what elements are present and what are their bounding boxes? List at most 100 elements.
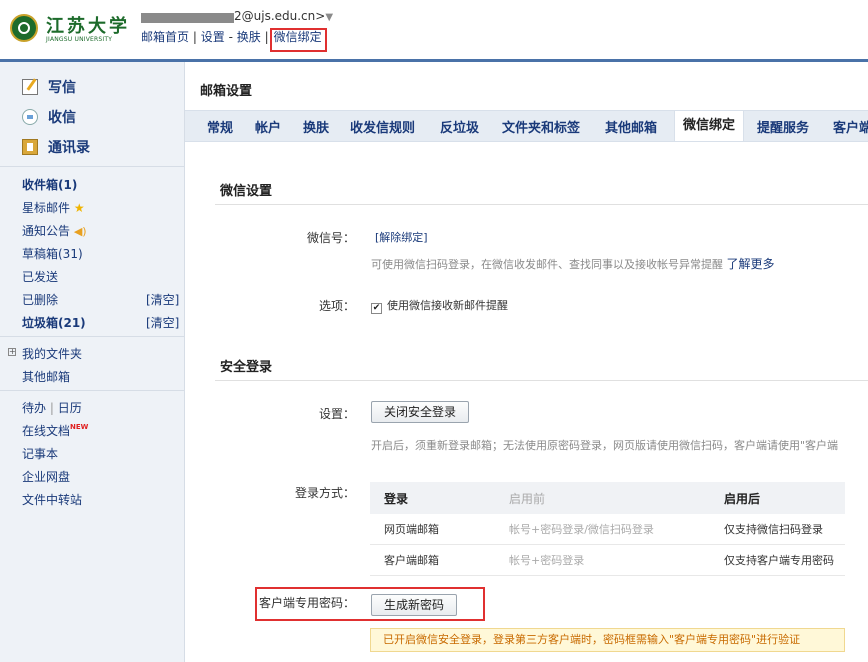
- todo-calendar-row: 待办 | 日历: [22, 399, 82, 416]
- email-suffix: 2@ujs.edu.cn>: [234, 9, 326, 23]
- sidebar-divider: [0, 390, 184, 391]
- tools-separator: |: [49, 401, 58, 415]
- sidebar-divider: [0, 336, 184, 337]
- folder-deleted[interactable]: 已删除: [22, 291, 58, 308]
- empty-spam-link[interactable]: [清空]: [146, 314, 179, 331]
- contacts-icon: [22, 139, 38, 155]
- inbox-icon: [22, 109, 38, 125]
- sidebar: 写信 收信 通讯录 收件箱(1) 星标邮件 ★ 通知公告 ◀) 草稿箱(31) …: [0, 62, 185, 662]
- table-row: 客户端邮箱 帐号+密码登录 仅支持客户端专用密码: [370, 544, 845, 576]
- highlight-box: 微信绑定: [269, 28, 327, 52]
- contacts-button[interactable]: 通讯录: [22, 137, 90, 157]
- table-row: 网页端邮箱 帐号+密码登录/微信扫码登录 仅支持微信扫码登录: [370, 514, 845, 545]
- caret-down-icon[interactable]: ▼: [325, 12, 333, 23]
- tab-rules[interactable]: 收发信规则: [350, 117, 415, 136]
- wechat-section-title: 微信设置: [220, 184, 273, 199]
- folder-inbox[interactable]: 收件箱(1): [22, 176, 77, 193]
- page-title: 邮箱设置: [200, 84, 253, 99]
- cell-before: 帐号+密码登录: [495, 544, 710, 576]
- receive-label: 收信: [48, 110, 76, 126]
- star-icon: ★: [73, 201, 85, 215]
- col-before: 启用前: [495, 482, 710, 514]
- university-logo[interactable]: 江苏大学 JIANGSU UNIVERSITY: [10, 12, 130, 48]
- wechat-id-label: 微信号：: [306, 231, 355, 245]
- notepad[interactable]: 记事本: [22, 445, 58, 462]
- cell-login-type: 客户端邮箱: [370, 544, 495, 576]
- other-mailbox[interactable]: 其他邮箱: [22, 368, 70, 385]
- folder-sent[interactable]: 已发送: [22, 268, 58, 285]
- compose-button[interactable]: 写信: [22, 77, 76, 97]
- tab-reminders[interactable]: 提醒服务: [757, 117, 809, 136]
- tab-general[interactable]: 常规: [207, 117, 233, 136]
- option-label: 选项：: [318, 299, 355, 313]
- user-email[interactable]: 2@ujs.edu.cn>▼: [234, 9, 333, 23]
- folder-starred[interactable]: 星标邮件 ★: [22, 199, 85, 216]
- nav-mail-home[interactable]: 邮箱首页: [141, 30, 189, 44]
- contacts-label: 通讯录: [48, 140, 90, 156]
- unbind-link[interactable]: [解除绑定]: [375, 229, 428, 245]
- tab-client[interactable]: 客户端: [833, 117, 868, 136]
- compose-label: 写信: [48, 80, 76, 96]
- learn-more-link[interactable]: 了解更多: [727, 257, 775, 271]
- nav-settings[interactable]: 设置: [201, 30, 225, 44]
- my-folders[interactable]: 我的文件夹: [22, 345, 82, 362]
- option-row: ✔ 使用微信接收新邮件提醒: [371, 297, 508, 314]
- enterprise-drive[interactable]: 企业网盘: [22, 468, 70, 485]
- wechat-notify-checkbox[interactable]: ✔: [371, 303, 382, 314]
- close-secure-login-button[interactable]: 关闭安全登录: [371, 401, 470, 423]
- calendar-link[interactable]: 日历: [58, 401, 82, 415]
- nav-skin[interactable]: 换肤: [237, 30, 261, 44]
- empty-deleted-link[interactable]: [清空]: [146, 291, 179, 308]
- table-header-row: 登录 启用前 启用后: [370, 482, 845, 514]
- speaker-icon: ◀): [73, 225, 87, 238]
- section-divider: [215, 204, 868, 205]
- folder-notices[interactable]: 通知公告 ◀): [22, 222, 87, 239]
- wechat-hint: 可使用微信扫码登录，在微信收发邮件、查找同事以及接收帐号异常提醒 了解更多: [371, 255, 775, 272]
- cell-login-type: 网页端邮箱: [370, 514, 495, 545]
- online-docs[interactable]: 在线文档NEW: [22, 422, 88, 439]
- sidebar-divider: [0, 166, 184, 167]
- setting-label: 设置：: [318, 407, 355, 421]
- expand-plus-icon[interactable]: +: [8, 348, 16, 356]
- receive-button[interactable]: 收信: [22, 107, 76, 127]
- security-hint: 开启后，须重新登录邮箱；无法使用原密码登录，网页版请使用微信扫码，客户端请使用"…: [371, 439, 839, 452]
- wechat-hint-text: 可使用微信扫码登录，在微信收发邮件、查找同事以及接收帐号异常提醒: [371, 258, 723, 271]
- folder-notices-label: 通知公告: [22, 224, 71, 238]
- settings-tabs: 常规 帐户 换肤 收发信规则 反垃圾 文件夹和标签 其他邮箱 微信绑定 提醒服务…: [185, 110, 868, 142]
- tab-folders-labels[interactable]: 文件夹和标签: [502, 117, 580, 136]
- write-icon: [22, 79, 38, 95]
- login-method-table: 登录 启用前 启用后 网页端邮箱 帐号+密码登录/微信扫码登录 仅支持微信扫码登…: [370, 482, 845, 576]
- new-badge: NEW: [70, 423, 89, 431]
- secure-login-notice: 已开启微信安全登录，登录第三方客户端时，密码框需输入"客户端专用密码"进行验证: [370, 628, 845, 652]
- option-text: 使用微信接收新邮件提醒: [387, 299, 508, 312]
- redacted-username: [141, 13, 234, 23]
- col-login: 登录: [370, 482, 495, 514]
- tab-wechat-bind[interactable]: 微信绑定: [674, 111, 745, 141]
- login-method-label: 登录方式：: [294, 486, 355, 500]
- online-docs-label: 在线文档: [22, 424, 71, 438]
- section-divider: [215, 380, 868, 381]
- tab-skin[interactable]: 换肤: [303, 117, 329, 136]
- nav-dash: -: [228, 30, 233, 44]
- nav-separator: |: [264, 30, 269, 44]
- security-section-title: 安全登录: [220, 360, 273, 375]
- university-emblem-icon: [10, 14, 38, 42]
- top-nav: 邮箱首页 | 设置 - 换肤 | 微信绑定: [141, 28, 327, 52]
- todo-link[interactable]: 待办: [22, 401, 46, 415]
- logo-subtext: JIANGSU UNIVERSITY: [46, 36, 113, 43]
- file-transfer[interactable]: 文件中转站: [22, 491, 82, 508]
- tab-antispam[interactable]: 反垃圾: [440, 117, 479, 136]
- cell-after: 仅支持客户端专用密码: [710, 544, 845, 576]
- folder-spam[interactable]: 垃圾箱(21): [22, 314, 86, 331]
- nav-wechat-bind[interactable]: 微信绑定: [274, 30, 322, 44]
- tab-account[interactable]: 帐户: [255, 117, 281, 136]
- client-password-label: 客户端专用密码：: [258, 596, 355, 610]
- folder-drafts[interactable]: 草稿箱(31): [22, 245, 83, 262]
- col-after: 启用后: [710, 482, 845, 514]
- generate-password-button[interactable]: 生成新密码: [371, 594, 458, 616]
- settings-panel: 邮箱设置 常规 帐户 换肤 收发信规则 反垃圾 文件夹和标签 其他邮箱 微信绑定…: [185, 62, 868, 662]
- top-header: 江苏大学 JIANGSU UNIVERSITY 2@ujs.edu.cn>▼ 邮…: [0, 0, 868, 62]
- tab-other-mailbox[interactable]: 其他邮箱: [605, 117, 657, 136]
- cell-after: 仅支持微信扫码登录: [710, 514, 845, 545]
- cell-before: 帐号+密码登录/微信扫码登录: [495, 514, 710, 545]
